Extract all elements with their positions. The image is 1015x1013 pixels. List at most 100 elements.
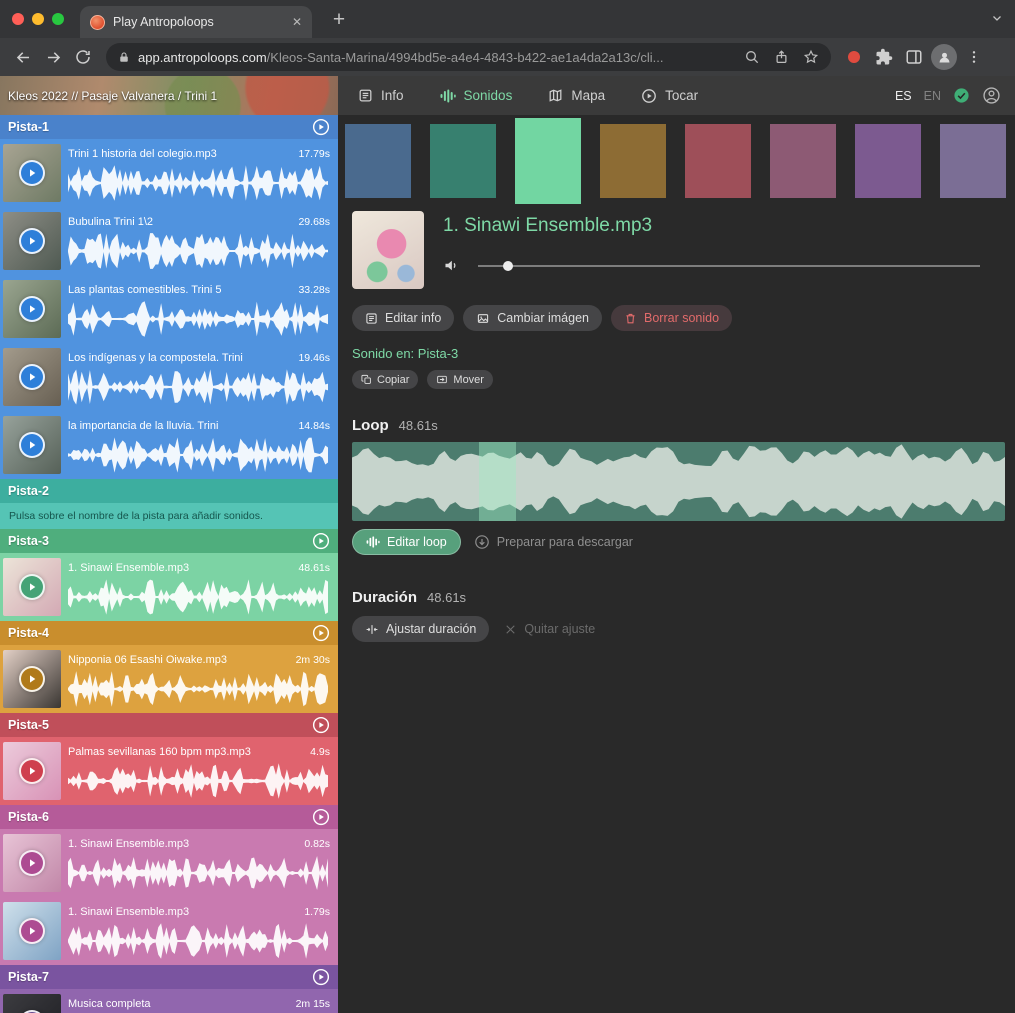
play-icon[interactable] bbox=[19, 160, 45, 186]
tab-close-icon[interactable]: ✕ bbox=[286, 15, 302, 29]
sound-title: 1. Sinawi Ensemble.mp3 bbox=[68, 562, 266, 574]
forward-icon[interactable] bbox=[38, 42, 68, 72]
minimize-window-button[interactable] bbox=[32, 13, 44, 25]
sound-item-pista-3-1[interactable]: 1. Sinawi Ensemble.mp348.61s bbox=[0, 553, 338, 621]
profile-avatar[interactable] bbox=[929, 42, 959, 72]
play-icon[interactable] bbox=[19, 228, 45, 254]
track-header-pista-7[interactable]: Pista-7 bbox=[0, 965, 338, 989]
track-swatch-7[interactable] bbox=[855, 124, 921, 198]
tab-tocar[interactable]: Tocar bbox=[641, 88, 698, 104]
sound-thumbnail[interactable] bbox=[3, 994, 61, 1013]
extensions-puzzle-icon[interactable] bbox=[869, 42, 899, 72]
loop-region[interactable] bbox=[479, 442, 516, 521]
sound-thumbnail[interactable] bbox=[3, 280, 61, 338]
lang-es-button[interactable]: ES bbox=[895, 89, 912, 103]
loop-waveform[interactable] bbox=[352, 442, 1005, 521]
volume-handle[interactable] bbox=[503, 261, 513, 271]
tab-mapa[interactable]: Mapa bbox=[548, 88, 605, 103]
track-play-button[interactable] bbox=[312, 716, 330, 734]
play-icon[interactable] bbox=[19, 666, 45, 692]
sound-item-pista-5-1[interactable]: Palmas sevillanas 160 bpm mp3.mp34.9s bbox=[0, 737, 338, 805]
track-play-button[interactable] bbox=[312, 118, 330, 136]
lang-en-button[interactable]: EN bbox=[924, 89, 941, 103]
sound-item-pista-1-1[interactable]: Trini 1 historia del colegio.mp317.79s bbox=[0, 139, 338, 207]
back-icon[interactable] bbox=[8, 42, 38, 72]
play-icon[interactable] bbox=[19, 574, 45, 600]
track-name: Pista-2 bbox=[8, 484, 49, 498]
move-button[interactable]: Mover bbox=[427, 370, 493, 389]
new-tab-button[interactable]: + bbox=[326, 7, 352, 33]
sound-thumbnail[interactable] bbox=[3, 558, 61, 616]
track-swatch-8[interactable] bbox=[940, 124, 1006, 198]
account-person-icon[interactable] bbox=[982, 86, 1001, 105]
remove-adjust-button[interactable]: Quitar ajuste bbox=[504, 622, 595, 636]
header-right-controls: ES EN bbox=[895, 86, 1001, 105]
browser-menu-icon[interactable] bbox=[959, 42, 989, 72]
fullscreen-window-button[interactable] bbox=[52, 13, 64, 25]
track-swatch-5[interactable] bbox=[685, 124, 751, 198]
sound-thumbnail[interactable] bbox=[3, 902, 61, 960]
browser-tab[interactable]: Play Antropoloops ✕ bbox=[80, 6, 312, 38]
recording-extension-icon[interactable] bbox=[839, 42, 869, 72]
sound-item-pista-7-1[interactable]: Musica completa2m 15s bbox=[0, 989, 338, 1013]
edit-info-button[interactable]: Editar info bbox=[352, 305, 454, 331]
sound-thumbnail[interactable] bbox=[3, 144, 61, 202]
sound-thumbnail[interactable] bbox=[3, 212, 61, 270]
track-play-button[interactable] bbox=[312, 624, 330, 642]
track-swatch-3[interactable] bbox=[515, 118, 581, 204]
track-swatch-4[interactable] bbox=[600, 124, 666, 198]
sound-image[interactable] bbox=[352, 211, 424, 289]
sound-thumbnail[interactable] bbox=[3, 834, 61, 892]
sync-check-icon[interactable] bbox=[953, 87, 970, 104]
side-panel-icon[interactable] bbox=[899, 42, 929, 72]
sound-thumbnail[interactable] bbox=[3, 416, 61, 474]
play-icon[interactable] bbox=[19, 758, 45, 784]
track-play-button[interactable] bbox=[312, 532, 330, 550]
track-play-button[interactable] bbox=[312, 808, 330, 826]
track-link[interactable]: Pista-3 bbox=[418, 346, 458, 361]
sound-item-pista-6-2[interactable]: 1. Sinawi Ensemble.mp31.79s bbox=[0, 897, 338, 965]
tab-search-chevron-icon[interactable] bbox=[991, 12, 1003, 24]
zoom-icon[interactable] bbox=[744, 49, 760, 65]
track-swatch-1[interactable] bbox=[345, 124, 411, 198]
prepare-download-button[interactable]: Preparar para descargar bbox=[474, 534, 633, 550]
track-header-pista-4[interactable]: Pista-4 bbox=[0, 621, 338, 645]
delete-sound-button[interactable]: Borrar sonido bbox=[611, 305, 732, 331]
track-header-pista-5[interactable]: Pista-5 bbox=[0, 713, 338, 737]
tab-sonidos[interactable]: Sonidos bbox=[440, 88, 513, 103]
track-play-button[interactable] bbox=[312, 968, 330, 986]
sound-thumbnail[interactable] bbox=[3, 348, 61, 406]
address-bar[interactable]: app.antropoloops.com/Kleos-Santa-Marina/… bbox=[106, 43, 831, 71]
sound-duration: 29.68s bbox=[298, 216, 330, 228]
close-window-button[interactable] bbox=[12, 13, 24, 25]
track-header-pista-3[interactable]: Pista-3 bbox=[0, 529, 338, 553]
reload-icon[interactable] bbox=[68, 42, 98, 72]
sound-thumbnail[interactable] bbox=[3, 742, 61, 800]
edit-loop-button[interactable]: Editar loop bbox=[352, 529, 461, 555]
breadcrumb[interactable]: Kleos 2022 // Pasaje Valvanera / Trini 1 bbox=[0, 76, 338, 115]
play-icon[interactable] bbox=[19, 850, 45, 876]
play-icon[interactable] bbox=[19, 432, 45, 458]
play-icon[interactable] bbox=[19, 364, 45, 390]
sound-item-pista-1-2[interactable]: Bubulina Trini 1\229.68s bbox=[0, 207, 338, 275]
share-icon[interactable] bbox=[774, 49, 789, 65]
sound-item-pista-1-4[interactable]: Los indígenas y la compostela. Trini19.4… bbox=[0, 343, 338, 411]
volume-slider[interactable] bbox=[478, 265, 980, 267]
play-icon[interactable] bbox=[19, 296, 45, 322]
sound-item-pista-4-1[interactable]: Nipponia 06 Esashi Oiwake.mp32m 30s bbox=[0, 645, 338, 713]
track-swatch-2[interactable] bbox=[430, 124, 496, 198]
track-header-pista-1[interactable]: Pista-1 bbox=[0, 115, 338, 139]
track-swatch-6[interactable] bbox=[770, 124, 836, 198]
adjust-duration-button[interactable]: Ajustar duración bbox=[352, 616, 489, 642]
track-header-pista-2[interactable]: Pista-2 bbox=[0, 479, 338, 503]
sound-item-pista-1-3[interactable]: Las plantas comestibles. Trini 533.28s bbox=[0, 275, 338, 343]
play-icon[interactable] bbox=[19, 918, 45, 944]
copy-button[interactable]: Copiar bbox=[352, 370, 418, 389]
track-header-pista-6[interactable]: Pista-6 bbox=[0, 805, 338, 829]
change-image-button[interactable]: Cambiar imágen bbox=[463, 305, 602, 331]
sound-thumbnail[interactable] bbox=[3, 650, 61, 708]
sound-item-pista-6-1[interactable]: 1. Sinawi Ensemble.mp30.82s bbox=[0, 829, 338, 897]
tab-info[interactable]: Info bbox=[358, 88, 404, 103]
sound-item-pista-1-5[interactable]: la importancia de la lluvia. Trini14.84s bbox=[0, 411, 338, 479]
bookmark-star-icon[interactable] bbox=[803, 49, 819, 65]
